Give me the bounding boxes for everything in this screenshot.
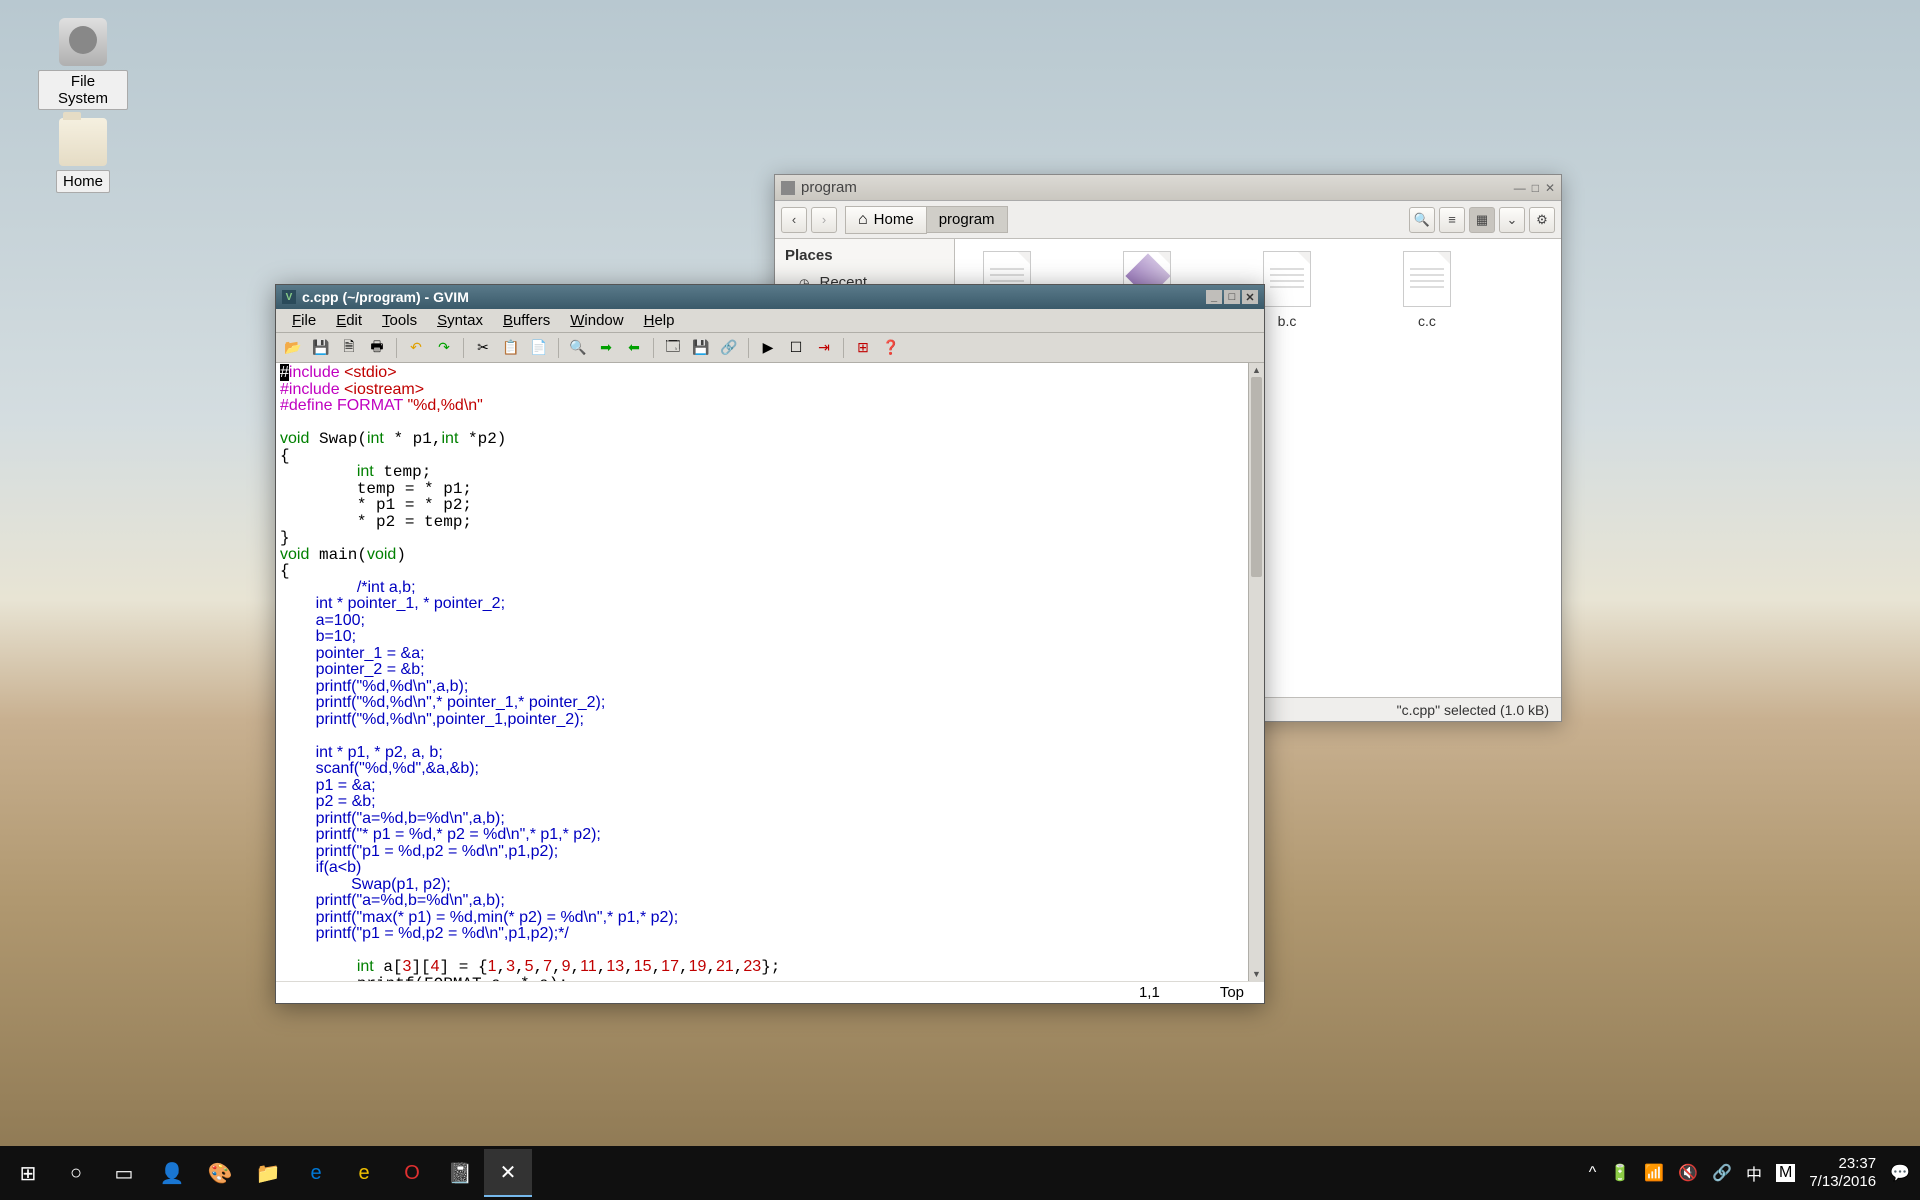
close-button[interactable]: ✕ — [1242, 290, 1258, 304]
window-title: program — [801, 179, 857, 196]
menu-tools[interactable]: Tools — [372, 310, 427, 331]
minimize-button[interactable]: _ — [1206, 290, 1222, 304]
gvim-titlebar[interactable]: V c.cpp (~/program) - GVIM _ □ ✕ — [276, 285, 1264, 309]
scrollbar-thumb[interactable] — [1251, 377, 1262, 577]
file-manager-titlebar[interactable]: program — □ ✕ — [775, 175, 1561, 201]
list-view-button[interactable]: ≡ — [1439, 207, 1465, 233]
status-text: "c.cpp" selected (1.0 kB) — [1397, 702, 1549, 718]
run-script-button[interactable]: ▶ — [757, 337, 779, 359]
battery-icon[interactable]: 🔋 — [1610, 1163, 1630, 1183]
gvim-toolbar: 📂 💾 🗎 🖶 ↶ ↷ ✂ 📋 📄 🔍 ➡ ⬅ 🗔 💾 🔗 ▶ ☐ ⇥ ⊞ ❓ — [276, 333, 1264, 363]
scroll-down-button[interactable]: ▼ — [1249, 967, 1264, 981]
maximize-button[interactable]: □ — [1224, 290, 1240, 304]
home-icon — [858, 211, 868, 229]
taskbar-app-explorer[interactable]: 📁 — [244, 1149, 292, 1197]
tag-button[interactable]: ⊞ — [852, 337, 874, 359]
drive-icon — [59, 18, 107, 66]
document-icon — [1403, 251, 1451, 307]
file-name: c.c — [1387, 313, 1467, 329]
breadcrumb-current[interactable]: program — [927, 206, 1008, 233]
desktop-icon-label: Home — [56, 170, 110, 193]
close-button[interactable]: ✕ — [1545, 181, 1555, 195]
forward-button[interactable]: › — [811, 207, 837, 233]
cursor-position: 1,1 — [1139, 984, 1160, 1001]
cortana-button[interactable]: ○ — [52, 1149, 100, 1197]
gvim-statusbar: 1,1 Top — [276, 981, 1264, 1003]
taskbar-app-paint[interactable]: 🎨 — [196, 1149, 244, 1197]
tray-overflow-button[interactable]: ^ — [1589, 1164, 1597, 1182]
menu-syntax[interactable]: Syntax — [427, 310, 493, 331]
desktop-icon-label: File System — [38, 70, 128, 110]
ime-button[interactable]: 中 — [1746, 1161, 1762, 1185]
window-icon — [781, 181, 795, 195]
scroll-position: Top — [1220, 984, 1244, 1001]
start-button[interactable]: ⊞ — [4, 1149, 52, 1197]
shell-button[interactable]: ⇥ — [813, 337, 835, 359]
settings-button[interactable]: ⚙ — [1529, 207, 1555, 233]
file-manager-toolbar: ‹ › Home program 🔍 ≡ ▦ ⌄ ⚙ — [775, 201, 1561, 239]
redo-button[interactable]: ↷ — [433, 337, 455, 359]
copy-button[interactable]: 📋 — [500, 337, 522, 359]
paste-button[interactable]: 📄 — [528, 337, 550, 359]
sidebar-heading: Places — [785, 247, 944, 264]
gvim-scrollbar[interactable]: ▲ ▼ — [1248, 363, 1264, 981]
breadcrumb: Home program — [845, 206, 1008, 234]
save-button[interactable]: 💾 — [310, 337, 332, 359]
taskbar-app-people[interactable]: 👤 — [148, 1149, 196, 1197]
system-tray: ^ 🔋 📶 🔇 🔗 中 M 23:37 7/13/2016 💬 — [1589, 1155, 1916, 1191]
breadcrumb-home[interactable]: Home — [845, 206, 927, 234]
minimize-button[interactable]: — — [1514, 181, 1526, 195]
save-session-button[interactable]: 💾 — [690, 337, 712, 359]
gvim-window: V c.cpp (~/program) - GVIM _ □ ✕ File Ed… — [275, 284, 1265, 1004]
menu-edit[interactable]: Edit — [326, 310, 372, 331]
task-view-button[interactable]: ▭ — [100, 1149, 148, 1197]
cut-button[interactable]: ✂ — [472, 337, 494, 359]
find-button[interactable]: 🔍 — [567, 337, 589, 359]
sync-icon[interactable]: 🔗 — [1712, 1163, 1732, 1183]
desktop-icon-filesystem[interactable]: File System — [38, 18, 128, 110]
wifi-icon[interactable]: 📶 — [1644, 1163, 1664, 1183]
maximize-button[interactable]: □ — [1532, 181, 1539, 195]
find-next-button[interactable]: ➡ — [595, 337, 617, 359]
icon-view-button[interactable]: ▦ — [1469, 207, 1495, 233]
taskbar-app-edge[interactable]: e — [292, 1149, 340, 1197]
document-icon — [1263, 251, 1311, 307]
menu-window[interactable]: Window — [560, 310, 633, 331]
folder-icon — [59, 118, 107, 166]
view-dropdown-button[interactable]: ⌄ — [1499, 207, 1525, 233]
make-button[interactable]: ☐ — [785, 337, 807, 359]
saveall-button[interactable]: 🗎 — [338, 337, 360, 359]
link-button[interactable]: 🔗 — [718, 337, 740, 359]
menu-help[interactable]: Help — [634, 310, 685, 331]
file-item[interactable]: c.c — [1387, 251, 1467, 329]
find-prev-button[interactable]: ⬅ — [623, 337, 645, 359]
taskbar-clock[interactable]: 23:37 7/13/2016 — [1809, 1155, 1876, 1191]
menu-buffers[interactable]: Buffers — [493, 310, 560, 331]
taskbar-app-notes[interactable]: 📓 — [436, 1149, 484, 1197]
menu-file[interactable]: File — [282, 310, 326, 331]
volume-icon[interactable]: 🔇 — [1678, 1163, 1698, 1183]
taskbar-app-ie[interactable]: e — [340, 1149, 388, 1197]
help-button[interactable]: ❓ — [880, 337, 902, 359]
taskbar-app-xserver[interactable]: ✕ — [484, 1149, 532, 1197]
window-title: c.cpp (~/program) - GVIM — [302, 289, 469, 305]
notifications-button[interactable]: 💬 — [1890, 1163, 1910, 1183]
search-button[interactable]: 🔍 — [1409, 207, 1435, 233]
print-button[interactable]: 🖶 — [366, 337, 388, 359]
gvim-menubar: File Edit Tools Syntax Buffers Window He… — [276, 309, 1264, 333]
taskbar: ⊞ ○ ▭ 👤 🎨 📁 e e O 📓 ✕ ^ 🔋 📶 🔇 🔗 中 M 23:3… — [0, 1146, 1920, 1200]
ime-mode-button[interactable]: M — [1776, 1164, 1795, 1182]
scroll-up-button[interactable]: ▲ — [1249, 363, 1264, 377]
gvim-icon: V — [282, 290, 296, 304]
back-button[interactable]: ‹ — [781, 207, 807, 233]
gvim-editor[interactable]: #include <stdio> #include <iostream> #de… — [276, 363, 1264, 981]
time-text: 23:37 — [1809, 1155, 1876, 1173]
taskbar-app-opera[interactable]: O — [388, 1149, 436, 1197]
undo-button[interactable]: ↶ — [405, 337, 427, 359]
open-button[interactable]: 📂 — [282, 337, 304, 359]
new-session-button[interactable]: 🗔 — [662, 337, 684, 359]
desktop-icon-home[interactable]: Home — [38, 118, 128, 193]
date-text: 7/13/2016 — [1809, 1173, 1876, 1191]
